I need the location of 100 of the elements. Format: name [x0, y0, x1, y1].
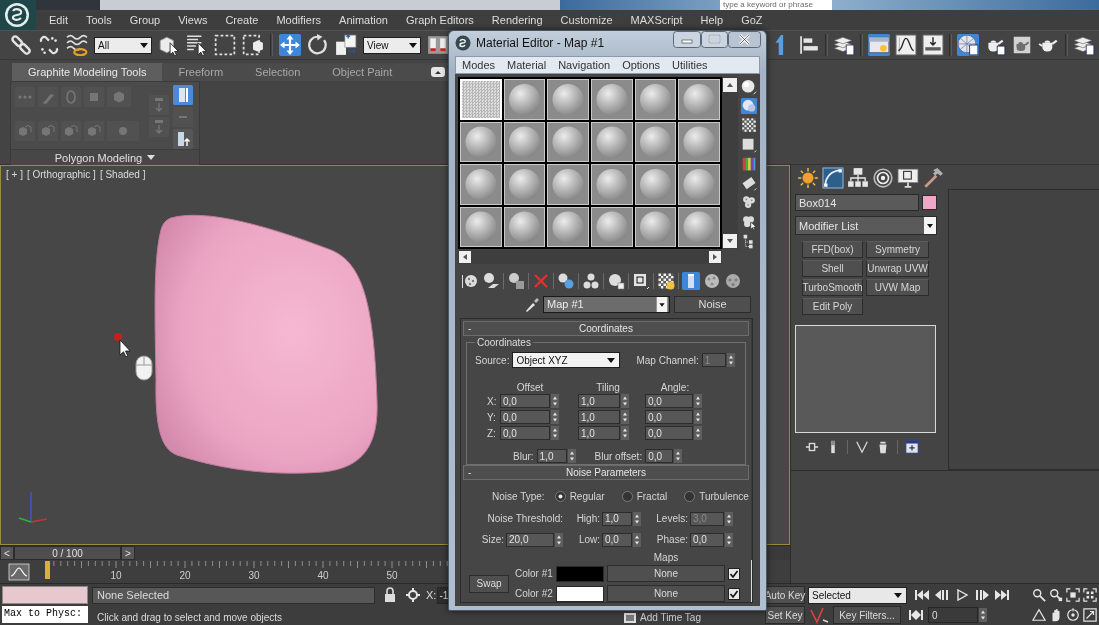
layers-icon[interactable]	[1073, 34, 1095, 56]
radio-option[interactable]: Regular	[554, 490, 605, 502]
pillar-icon[interactable]	[682, 272, 700, 290]
spinner-arrows-icon[interactable]	[694, 410, 702, 424]
two-spheres-icon[interactable]	[557, 272, 575, 290]
spinner-arrows-icon[interactable]	[551, 410, 559, 424]
menu-item[interactable]: Modifiers	[267, 14, 331, 26]
bend-curve-icon[interactable]	[822, 167, 844, 189]
angle-field[interactable]: 0,0	[645, 410, 693, 424]
monitor-icon[interactable]	[897, 167, 919, 189]
previous-frame-icon[interactable]	[933, 588, 951, 602]
ribbon-tab[interactable]: Selection	[239, 63, 317, 81]
teapot-frame-icon[interactable]	[1011, 34, 1033, 56]
fork-icon[interactable]	[855, 440, 869, 454]
angle-field[interactable]: 0,0	[645, 394, 693, 408]
modifier-button[interactable]: Symmetry	[866, 241, 929, 258]
checker-icon[interactable]	[740, 117, 758, 134]
rollout-header[interactable]: - Coordinates	[463, 321, 749, 336]
menu-item[interactable]: Tools	[76, 14, 121, 26]
material-slot[interactable]	[591, 206, 633, 247]
offset-field[interactable]: 0,0	[500, 410, 550, 424]
sphere-dots-icon[interactable]	[724, 272, 742, 290]
crosshair-icon[interactable]	[405, 587, 421, 603]
material-slot[interactable]	[547, 206, 589, 247]
overlapping-spheres-icon[interactable]	[740, 98, 758, 115]
modifier-button[interactable]: Unwrap UVW	[866, 260, 929, 277]
viewport-menu-label[interactable]: [ Orthographic ]	[26, 169, 96, 180]
material-slot[interactable]	[634, 164, 677, 205]
zoom-icon[interactable]	[1032, 588, 1046, 602]
sphere-icon[interactable]	[740, 79, 758, 96]
material-slot[interactable]	[503, 164, 546, 205]
broken-chain-icon[interactable]	[38, 34, 60, 56]
modifier-stack-list[interactable]	[795, 325, 936, 433]
framed-square-icon[interactable]	[623, 612, 637, 624]
viewport-menu-label[interactable]: [ Shaded ]	[99, 169, 146, 180]
menu-item[interactable]: Customize	[551, 14, 622, 26]
align-icon[interactable]	[798, 34, 820, 56]
menu-item[interactable]: MAXScript	[621, 14, 692, 26]
spinner-arrows-icon[interactable]	[725, 511, 733, 526]
next-frame-icon[interactable]	[973, 588, 991, 602]
spinner-arrows-icon[interactable]	[694, 426, 702, 440]
cube-cursor-icon[interactable]	[158, 34, 180, 56]
number-field[interactable]: 0,0	[602, 532, 632, 547]
lock-icon[interactable]	[383, 587, 397, 603]
spinner-arrows-icon[interactable]	[694, 394, 702, 408]
tiling-field[interactable]: 1,0	[578, 410, 620, 424]
menu-item[interactable]: GoZ	[732, 14, 772, 26]
magnifier-square-icon[interactable]	[1049, 588, 1063, 602]
object-name-field[interactable]: Box014	[795, 194, 919, 211]
spinner-arrows-icon[interactable]	[551, 394, 559, 408]
material-slot[interactable]	[678, 206, 720, 247]
chain-link-icon[interactable]	[10, 34, 32, 56]
spinner-arrows-icon[interactable]	[551, 426, 559, 440]
material-slot[interactable]	[634, 206, 677, 247]
spinner-arrows-icon[interactable]	[567, 449, 576, 463]
menu-item[interactable]: Navigation	[552, 59, 617, 71]
tiling-field[interactable]: 1,0	[578, 426, 620, 440]
frame-corners-grid-icon[interactable]	[1083, 588, 1097, 602]
color-swatch[interactable]	[556, 585, 604, 602]
spinner-arrows-icon[interactable]	[726, 353, 735, 367]
viewport-menu-label[interactable]: [ + ]	[6, 169, 23, 180]
pivot-bars-icon[interactable]	[427, 34, 449, 56]
color-swatch[interactable]	[556, 565, 604, 582]
bracket-box-icon[interactable]	[805, 440, 819, 454]
angle-field[interactable]: 0,0	[645, 426, 693, 440]
menu-item[interactable]: Utilities	[666, 59, 714, 71]
vertical-scrollbar[interactable]	[750, 319, 752, 602]
frame-field[interactable]: 0	[928, 607, 978, 623]
spheres-cursor-icon[interactable]	[740, 213, 758, 230]
triangle-icon[interactable]	[1032, 608, 1046, 622]
radio-icon[interactable]	[684, 490, 696, 502]
color-bars-icon[interactable]	[740, 155, 758, 173]
curve-graph-icon[interactable]	[895, 34, 917, 56]
horizontal-scrollbar[interactable]	[458, 250, 722, 264]
scrollbar-thumb[interactable]	[750, 560, 752, 602]
go-to-start-icon[interactable]	[913, 588, 931, 602]
menu-item[interactable]: Options	[616, 59, 667, 71]
ribbon-tab[interactable]: Graphite Modeling Tools	[12, 63, 163, 81]
spinner-arrows-icon[interactable]	[979, 608, 987, 622]
dashed-rectangle-cube-icon[interactable]	[242, 34, 264, 56]
menu-item[interactable]: Graph Editors	[396, 14, 483, 26]
window-plus-icon[interactable]	[905, 440, 919, 454]
modifier-button[interactable]: UVW Map	[866, 279, 929, 296]
menu-item[interactable]: Create	[216, 14, 268, 26]
sphere-box-icon[interactable]	[507, 272, 525, 290]
target-rings-icon[interactable]	[872, 167, 894, 189]
spinner-arrows-icon[interactable]	[674, 449, 683, 463]
three-spheres-icon[interactable]	[582, 272, 600, 290]
checker-circle-icon[interactable]	[657, 272, 675, 290]
map-button[interactable]: None	[607, 585, 725, 602]
hierarchy-icon[interactable]	[847, 167, 869, 189]
number-field[interactable]: 20,0	[506, 532, 554, 547]
offset-field[interactable]: 0,0	[500, 394, 550, 408]
sphere-square-icon[interactable]	[607, 272, 625, 290]
modifier-button[interactable]: Edit Poly	[802, 298, 863, 315]
map-type-button[interactable]: Noise	[674, 295, 751, 313]
curve-box-icon[interactable]	[8, 562, 30, 581]
blur-offset-field[interactable]: 0,0	[645, 449, 674, 463]
radio-icon[interactable]	[621, 490, 633, 502]
spinner-arrows-icon[interactable]	[725, 532, 733, 547]
